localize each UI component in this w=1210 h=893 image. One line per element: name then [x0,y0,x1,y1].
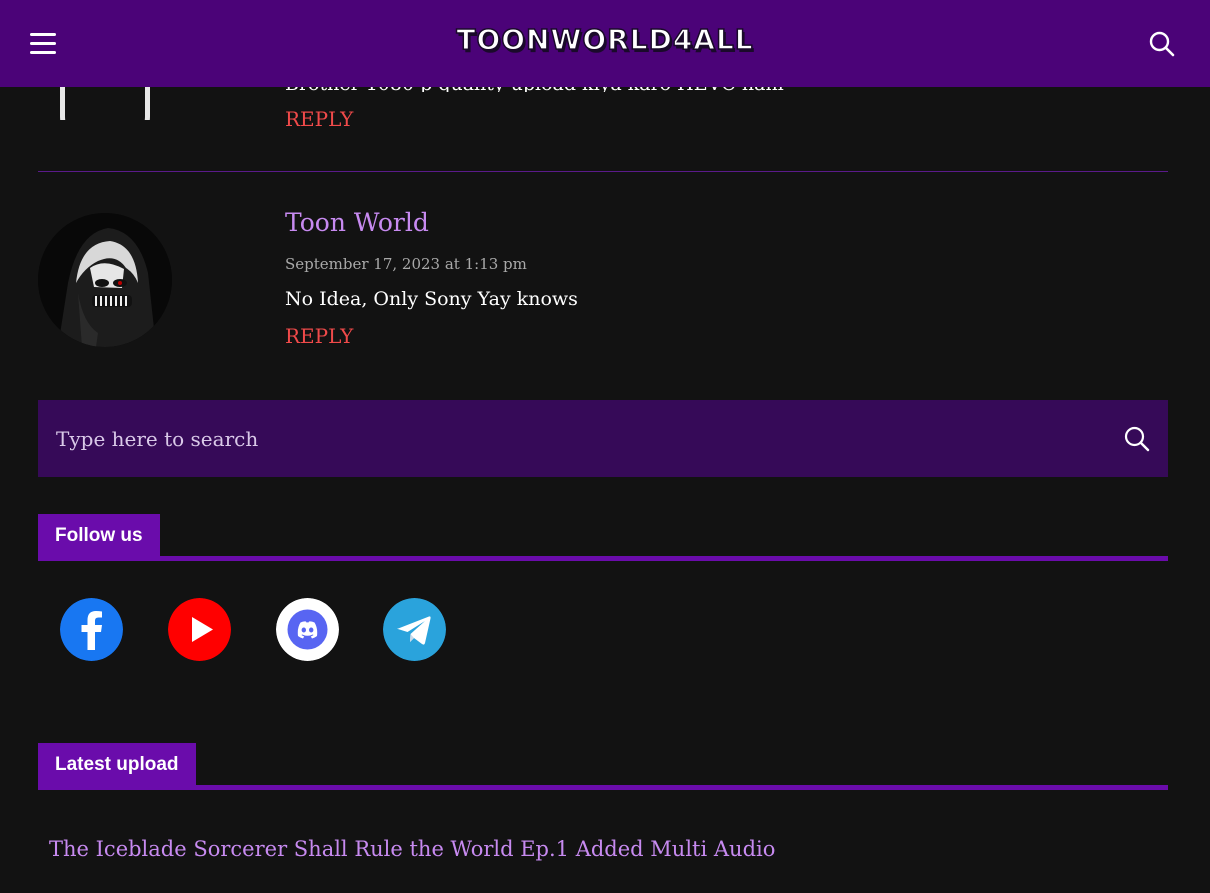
comment-date: September 17, 2023 at 1:13 pm [285,255,527,273]
latest-upload-link[interactable]: The Iceblade Sorcerer Shall Rule the Wor… [49,837,775,861]
latest-upload-title: Latest upload [38,743,196,787]
sidebar-search [38,400,1168,477]
discord-icon[interactable] [276,598,339,661]
comment-divider [38,171,1168,172]
logo-text: Toonworld4all [456,22,754,57]
widget-title-bar [38,785,1168,790]
comment-text: No Idea, Only Sony Yay knows [285,288,578,310]
search-icon[interactable] [1123,425,1151,453]
reply-link[interactable]: REPLY [285,324,353,348]
telegram-icon[interactable] [383,598,446,661]
comment-author[interactable]: Toon World [285,208,429,237]
youtube-icon[interactable] [168,598,231,661]
follow-us-title: Follow us [38,514,160,558]
site-header: Toonworld4all [0,0,1210,87]
search-input[interactable] [38,400,1098,477]
widget-title-bar [38,556,1168,561]
reply-link[interactable]: REPLY [285,107,353,131]
search-icon[interactable] [1148,30,1176,58]
author-avatar [38,213,172,347]
facebook-icon[interactable] [60,598,123,661]
site-logo[interactable]: Toonworld4all [0,22,1210,57]
